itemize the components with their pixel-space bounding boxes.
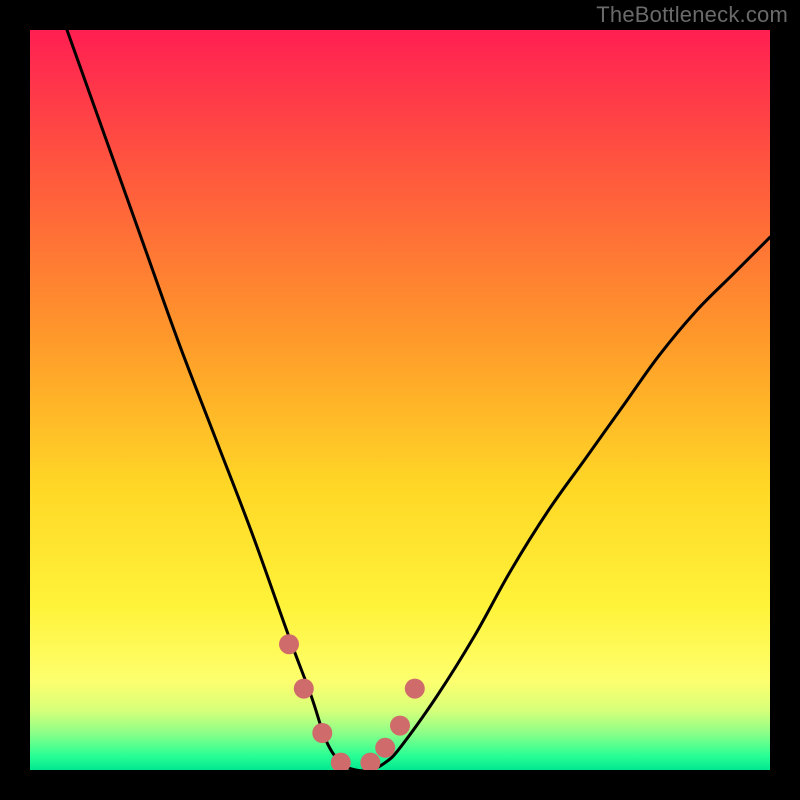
chart-marker xyxy=(312,723,332,743)
chart-svg xyxy=(30,30,770,770)
chart-frame: TheBottleneck.com xyxy=(0,0,800,800)
chart-plot-area xyxy=(30,30,770,770)
chart-marker xyxy=(390,716,410,736)
chart-background xyxy=(30,30,770,770)
chart-marker xyxy=(375,738,395,758)
chart-marker xyxy=(405,679,425,699)
chart-marker xyxy=(294,679,314,699)
chart-marker xyxy=(279,634,299,654)
watermark-text: TheBottleneck.com xyxy=(596,2,788,28)
